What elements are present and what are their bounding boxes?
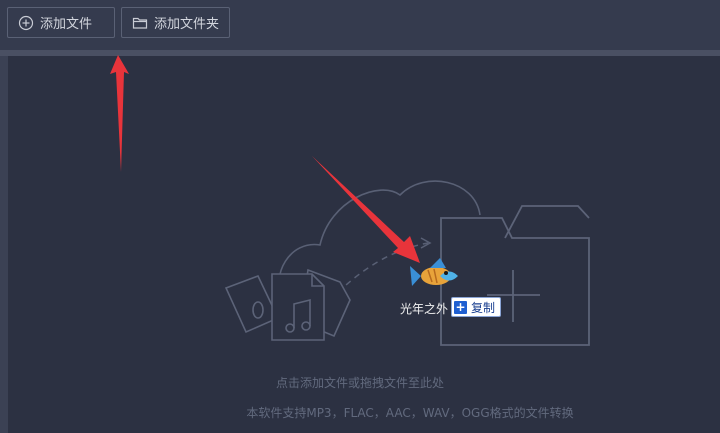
drag-copy-label: 复制 [471,300,496,315]
plus-icon: + [454,299,467,314]
drop-hint-primary: 点击添加文件或拖拽文件至此处 [275,376,444,390]
drop-hint-formats: 本软件支持MP3，FLAC，AAC，WAV，OGG格式的文件转换 [246,406,574,420]
annotation-arrow-up [110,55,129,172]
drag-copy-badge: + 复制 [451,297,502,317]
music-file-icon [271,273,325,341]
folder-plus-icon [440,205,590,346]
fish-icon [410,258,458,286]
microphone-file-icon [224,274,280,334]
drop-illustration [110,55,590,346]
annotation-arrow-diagonal [312,156,420,263]
drag-item-label: 光年之外 [400,302,449,316]
